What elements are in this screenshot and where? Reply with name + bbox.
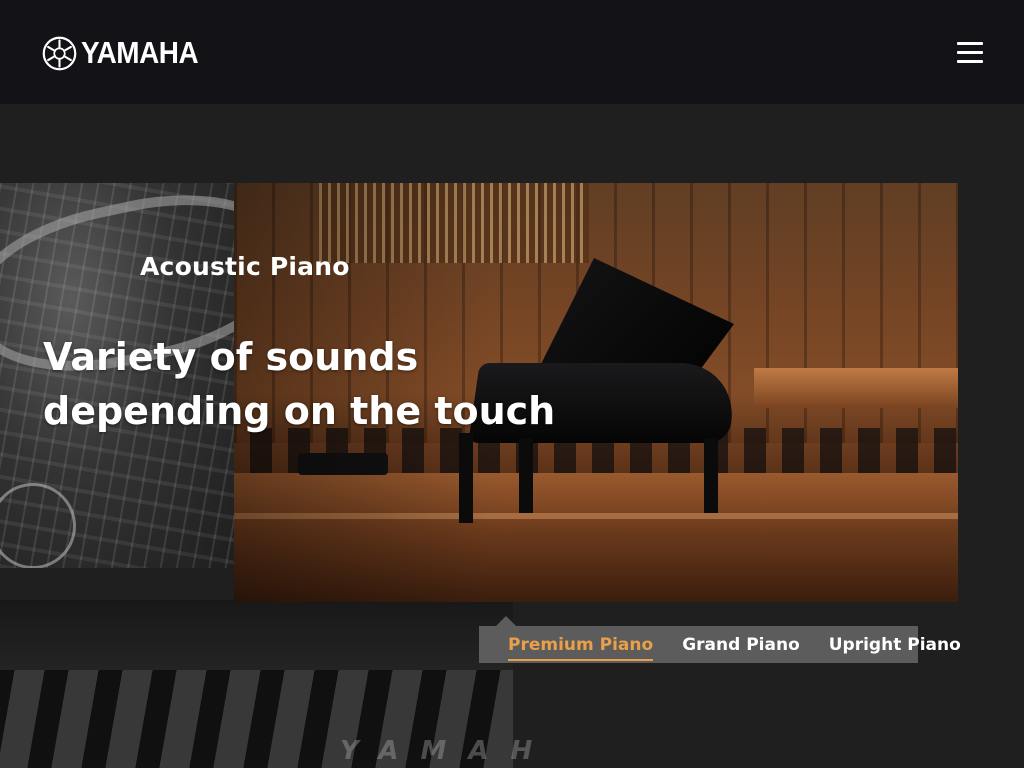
hall-balcony [754, 368, 958, 408]
keyboard-brand-text: YAMAH [340, 736, 555, 766]
headline-line-1: Variety of sounds [43, 335, 419, 379]
tab-upright-piano[interactable]: Upright Piano [829, 633, 961, 657]
category-title: Acoustic Piano [140, 252, 350, 281]
site-header: YAMAHA [0, 0, 1024, 104]
tab-premium-piano[interactable]: Premium Piano [508, 633, 654, 661]
piano-type-tabs: Premium Piano Grand Piano Upright Piano [479, 616, 961, 663]
interior-emblem-icon [0, 483, 76, 568]
yamaha-logo[interactable]: YAMAHA [42, 35, 211, 71]
tuning-forks-emblem-icon [42, 36, 77, 70]
headline-line-2: depending on the touch [43, 389, 556, 433]
hamburger-menu-icon[interactable] [957, 42, 983, 64]
hero-headline: Variety of sounds depending on the touch [43, 330, 563, 438]
piano-leg [704, 438, 718, 513]
tab-grand-piano[interactable]: Grand Piano [682, 633, 800, 657]
logo-wordmark: YAMAHA [81, 35, 199, 70]
piano-leg [519, 438, 533, 513]
